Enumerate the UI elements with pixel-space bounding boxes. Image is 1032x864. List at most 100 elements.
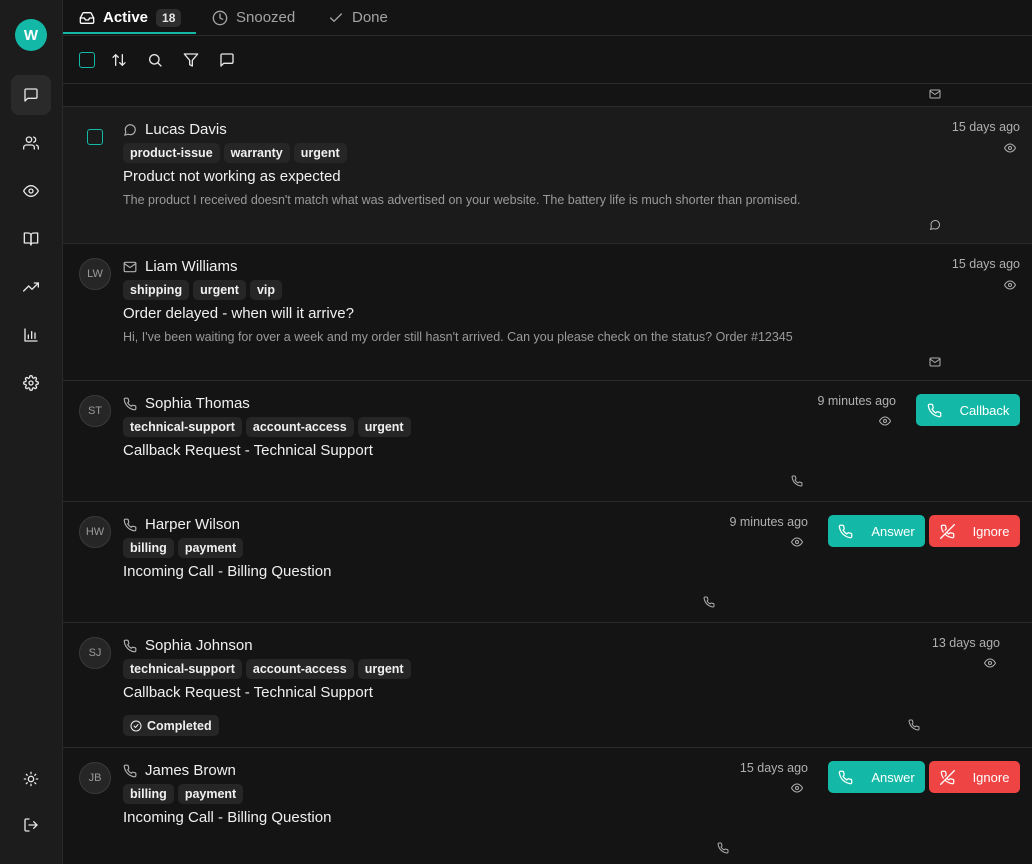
avatar: JB — [79, 762, 111, 794]
ignore-button[interactable]: Ignore — [929, 761, 1020, 793]
sidebar: W — [0, 0, 63, 864]
gear-icon — [23, 375, 39, 391]
list-toolbar — [63, 36, 1032, 84]
clock-icon — [212, 10, 228, 25]
check-icon — [330, 12, 342, 22]
contact-name-line: Liam Williams — [123, 258, 238, 275]
status-label: Completed — [147, 718, 212, 733]
tag-list: technical-support account-access urgent — [123, 417, 411, 437]
conversation-list: Lucas Davis product-issue warranty urgen… — [63, 85, 1032, 864]
nav-knowledge-base[interactable] — [11, 219, 51, 259]
phone-off-icon — [939, 523, 955, 539]
callback-label: Callback — [959, 402, 1010, 418]
phone-icon — [123, 518, 137, 531]
tag-list: product-issue warranty urgent — [123, 143, 347, 163]
eye-icon — [791, 535, 805, 549]
nav-trends[interactable] — [11, 267, 51, 307]
callback-button[interactable]: Callback — [916, 394, 1020, 426]
answer-button[interactable]: Answer — [828, 515, 925, 547]
nav-reports[interactable] — [11, 315, 51, 355]
contact-name-line: Sophia Johnson — [123, 637, 253, 654]
filter-icon — [183, 53, 199, 67]
conversation-preview: Hi, I've been waiting for over a week an… — [123, 330, 793, 344]
mail-icon — [123, 261, 137, 272]
mail-icon — [929, 355, 943, 369]
inbox-icon — [79, 11, 95, 24]
tag: warranty — [223, 143, 290, 163]
tag-list: shipping urgent vip — [123, 280, 283, 300]
contact-name: Sophia Johnson — [145, 637, 253, 654]
status-badge: Completed — [123, 715, 219, 736]
phone-icon — [123, 764, 137, 777]
tab-count-badge: 18 — [156, 8, 182, 27]
tag: urgent — [293, 143, 347, 163]
nav-conversations[interactable] — [11, 75, 51, 115]
list-item[interactable]: LW Liam Williams shipping urgent vip Ord… — [63, 244, 1032, 381]
logout-button[interactable] — [11, 805, 51, 845]
eye-icon — [984, 656, 998, 670]
phone-icon — [839, 524, 853, 538]
list-item[interactable] — [63, 85, 1032, 107]
conversation-preview: The product I received doesn't match wha… — [123, 193, 801, 207]
tag: vip — [249, 280, 283, 300]
eye-icon — [1004, 278, 1018, 292]
user-avatar[interactable]: W — [15, 19, 47, 51]
list-item[interactable]: Lucas Davis product-issue warranty urgen… — [63, 107, 1032, 244]
ignore-button[interactable]: Ignore — [929, 515, 1020, 547]
conversation-subject: Callback Request - Technical Support — [123, 684, 373, 701]
list-item[interactable]: JB James Brown billing payment Incoming … — [63, 748, 1032, 864]
theme-toggle-button[interactable] — [11, 759, 51, 799]
nav-contacts[interactable] — [11, 123, 51, 163]
active-tab-indicator — [63, 32, 196, 34]
chat-bubble-icon — [124, 123, 136, 136]
phone-icon — [717, 841, 731, 855]
phone-icon — [703, 595, 717, 609]
tab-active[interactable]: Active 18 — [79, 0, 182, 35]
tag-list: technical-support account-access urgent — [123, 659, 411, 679]
contact-name-line: James Brown — [123, 762, 236, 779]
contact-name-line: Harper Wilson — [123, 516, 240, 533]
row-checkbox[interactable] — [87, 129, 103, 145]
eye-icon — [23, 185, 39, 197]
nav-settings[interactable] — [11, 363, 51, 403]
tag: shipping — [123, 280, 190, 300]
eye-icon — [791, 781, 805, 795]
phone-icon — [123, 397, 137, 410]
timestamp: 9 minutes ago — [817, 394, 896, 408]
phone-off-icon — [939, 769, 955, 785]
answer-button[interactable]: Answer — [828, 761, 925, 793]
timestamp: 15 days ago — [951, 120, 1020, 134]
list-item[interactable]: ST Sophia Thomas technical-support accou… — [63, 381, 1032, 502]
conversation-subject: Callback Request - Technical Support — [123, 442, 373, 459]
phone-icon — [839, 770, 853, 784]
mail-icon — [929, 87, 943, 101]
sort-button[interactable] — [109, 50, 129, 70]
search-button[interactable] — [145, 50, 165, 70]
nav-monitor[interactable] — [11, 171, 51, 211]
chat-bubble-icon — [929, 218, 943, 232]
tab-snoozed[interactable]: Snoozed — [212, 0, 295, 35]
list-item[interactable]: HW Harper Wilson billing payment Incomin… — [63, 502, 1032, 623]
users-icon — [23, 136, 39, 150]
inbox-tabs: Active 18 Snoozed Done — [63, 0, 1032, 36]
avatar: SJ — [79, 637, 111, 669]
tab-done[interactable]: Done — [328, 0, 388, 35]
conversation-subject: Incoming Call - Billing Question — [123, 809, 332, 826]
tag: urgent — [357, 417, 411, 437]
tag: technical-support — [123, 417, 242, 437]
timestamp: 13 days ago — [931, 636, 1000, 650]
ignore-label: Ignore — [972, 769, 1010, 785]
conversation-subject: Product not working as expected — [123, 168, 341, 185]
phone-icon — [791, 474, 805, 488]
select-all-checkbox[interactable] — [79, 52, 95, 68]
conversation-subject: Order delayed - when will it arrive? — [123, 305, 354, 322]
bar-chart-icon — [24, 328, 38, 342]
new-conversation-button[interactable] — [217, 50, 237, 70]
list-item[interactable]: SJ Sophia Johnson technical-support acco… — [63, 623, 1032, 748]
search-icon — [149, 54, 162, 67]
filter-button[interactable] — [181, 50, 201, 70]
tag: payment — [177, 784, 244, 804]
message-square-icon — [220, 53, 234, 67]
contact-name-line: Lucas Davis — [123, 121, 227, 138]
ignore-label: Ignore — [972, 523, 1010, 539]
